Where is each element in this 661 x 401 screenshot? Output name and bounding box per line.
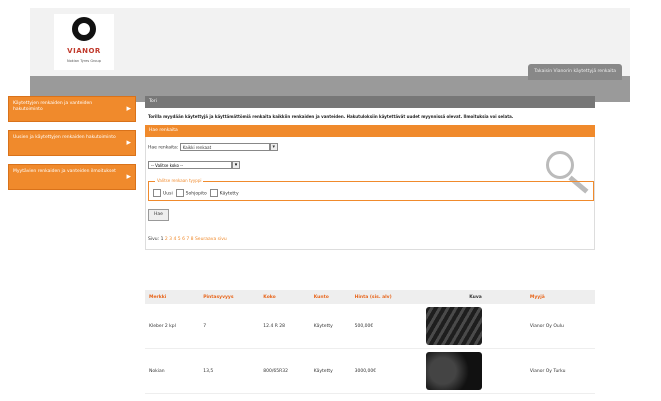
checkbox-slush-grip[interactable] xyxy=(175,189,184,197)
cell-condition: Käytetty xyxy=(309,348,351,394)
col-seller[interactable]: Myyjä xyxy=(525,290,595,304)
cell-tread: 13,5 xyxy=(199,348,260,394)
pager-prefix: Sivu: xyxy=(148,237,160,242)
category-select[interactable]: Kaikki renkaat xyxy=(179,143,270,151)
search-title: Hae renkaita xyxy=(145,125,595,137)
checkbox-used[interactable] xyxy=(209,189,218,197)
chevron-right-icon: ▸ xyxy=(126,172,131,182)
magnifier-icon xyxy=(546,151,574,179)
cell-size: 12.4 R 28 xyxy=(259,304,310,349)
logo-wordmark: VIANOR xyxy=(67,47,101,55)
cell-condition: Käytetty xyxy=(309,304,351,349)
cell-price: 500,00€ xyxy=(350,304,423,349)
checkbox-new[interactable] xyxy=(153,189,161,197)
size-select[interactable]: -- Valitse koko -- xyxy=(148,161,232,169)
sidebar-item-label: Uusien ja käytettyjen renkaiden hakutoim… xyxy=(13,135,116,140)
col-condition[interactable]: Kunto xyxy=(309,290,351,304)
results-table: Merkki Pintasyvyys Koko Kunto Hinta (sis… xyxy=(145,290,595,394)
cell-brand: Nokian xyxy=(145,348,200,394)
sidebar-item-used-tyres-search[interactable]: Käytettyjen renkaiden ja vanteiden hakut… xyxy=(8,96,136,122)
table-row[interactable]: Nokian 13,5 800/65R32 Käytetty 3000,00€ … xyxy=(145,348,595,394)
size-row: -- Valitse koko -- ▾ xyxy=(148,161,240,169)
cell-size: 800/65R32 xyxy=(259,348,310,394)
cell-image xyxy=(422,304,526,349)
type-checkboxes: Uusi Sohjopito Käytetty xyxy=(153,189,239,197)
col-size[interactable]: Koko xyxy=(259,290,310,304)
search-button[interactable]: Hae xyxy=(148,209,169,221)
main-content: Tori Torilla myydään käytettyjä ja käytt… xyxy=(145,96,595,250)
col-price[interactable]: Hinta (sis. alv) xyxy=(350,290,423,304)
type-filter-legend: Valitse renkaan tyyppi xyxy=(155,178,204,183)
cell-seller: Vianor Oy Oulu xyxy=(525,304,595,349)
type-filter-group: Valitse renkaan tyyppi Uusi Sohjopito Kä… xyxy=(148,178,594,201)
checkbox-label: Käytetty xyxy=(219,191,239,197)
cell-image xyxy=(422,348,526,394)
category-row: Hae renkaita: Kaikki renkaat ▾ xyxy=(148,143,278,151)
tire-photo[interactable] xyxy=(426,307,483,345)
chevron-down-icon[interactable]: ▾ xyxy=(232,161,240,169)
pager-next[interactable]: Seuraava sivu xyxy=(195,237,227,242)
tire-logo-icon xyxy=(72,17,96,41)
vianor-logo[interactable]: VIANOR Nokian Tyres Group xyxy=(54,14,114,70)
pagination: Sivu: 1 2 3 4 5 6 7 8 Seuraava sivu xyxy=(148,237,227,242)
sidebar-item-new-used-search[interactable]: Uusien ja käytettyjen renkaiden hakutoim… xyxy=(8,130,136,156)
search-panel: Hae renkaita: Kaikki renkaat ▾ -- Valitse… xyxy=(145,137,595,250)
cell-price: 3000,00€ xyxy=(350,348,423,394)
cell-tread: 7 xyxy=(199,304,260,349)
chevron-down-icon[interactable]: ▾ xyxy=(269,143,278,151)
cell-seller: Vianor Oy Turku xyxy=(525,348,595,394)
table-row[interactable]: Kleber 2 kpl 7 12.4 R 28 Käytetty 500,00… xyxy=(145,304,595,349)
category-label: Hae renkaita: xyxy=(148,145,179,151)
pager-current: 1 xyxy=(160,237,164,242)
col-brand[interactable]: Merkki xyxy=(145,290,200,304)
sidebar-item-label: Käytettyjen renkaiden ja vanteiden hakut… xyxy=(13,101,93,112)
sidebar-item-label: Myytävien renkaiden ja vanteiden ilmoitu… xyxy=(13,169,116,174)
col-tread-depth[interactable]: Pintasyvyys xyxy=(199,290,260,304)
intro-text: Torilla myydään käytettyjä ja käyttämätt… xyxy=(148,114,514,119)
sidebar-item-sale-listings[interactable]: Myytävien renkaiden ja vanteiden ilmoitu… xyxy=(8,164,136,190)
col-image: Kuva xyxy=(422,290,526,304)
logo-tagline: Nokian Tyres Group xyxy=(66,59,101,63)
tire-photo[interactable] xyxy=(426,352,483,390)
checkbox-label: Uusi xyxy=(163,191,173,197)
checkbox-label: Sohjopito xyxy=(185,191,207,197)
back-to-used-tyres-tab[interactable]: Takaisin Vianorin käytettyjä renkaita xyxy=(528,64,622,80)
cell-brand: Kleber 2 kpl xyxy=(145,304,200,349)
sidebar: Käytettyjen renkaiden ja vanteiden hakut… xyxy=(8,96,136,198)
table-header-row: Merkki Pintasyvyys Koko Kunto Hinta (sis… xyxy=(145,290,595,304)
chevron-right-icon: ▸ xyxy=(126,104,131,114)
pager-links[interactable]: 2 3 4 5 6 7 8 xyxy=(165,237,194,242)
section-title: Tori xyxy=(145,96,595,108)
chevron-right-icon: ▸ xyxy=(126,138,131,148)
